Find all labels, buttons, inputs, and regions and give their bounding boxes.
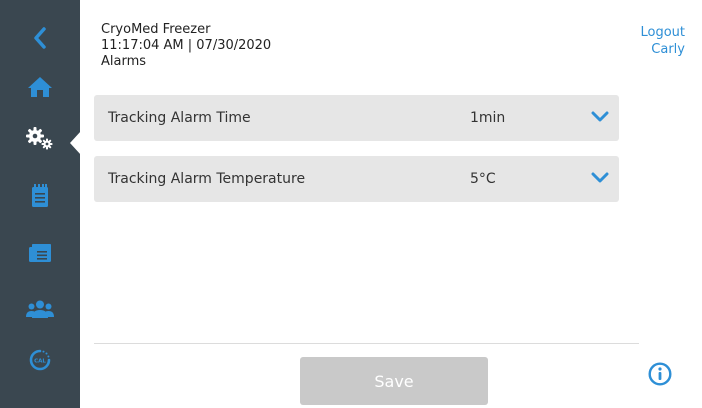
- logout-link[interactable]: Logout: [640, 24, 685, 41]
- chevron-down-icon[interactable]: [591, 111, 609, 123]
- setting-value: 1min: [470, 110, 506, 126]
- back-button[interactable]: [0, 13, 80, 63]
- active-indicator: [70, 131, 81, 155]
- sidebar-item-notebook[interactable]: [0, 171, 80, 221]
- setting-value: 5°C: [470, 171, 496, 187]
- setting-label: Tracking Alarm Temperature: [108, 171, 306, 187]
- setting-label: Tracking Alarm Time: [108, 110, 251, 126]
- sidebar-item-settings[interactable]: [0, 113, 80, 163]
- sidebar-item-calibration[interactable]: CAL: [0, 335, 80, 385]
- user-block: Logout Carly: [640, 24, 685, 58]
- save-button[interactable]: Save: [300, 357, 488, 405]
- footer-divider: [94, 343, 639, 344]
- device-name: CryoMed Freezer: [101, 22, 211, 37]
- setting-row-tracking-alarm-temperature[interactable]: Tracking Alarm Temperature 5°C: [94, 156, 619, 202]
- header: CryoMed Freezer 11:17:04 AM | 07/30/2020…: [101, 22, 271, 70]
- back-icon: [34, 27, 46, 49]
- sidebar-item-users[interactable]: [0, 284, 80, 334]
- info-button[interactable]: [648, 362, 672, 390]
- sidebar-item-home[interactable]: [0, 62, 80, 112]
- username-link[interactable]: Carly: [640, 41, 685, 58]
- users-icon: [26, 300, 54, 318]
- chevron-down-icon[interactable]: [591, 172, 609, 184]
- sidebar: CAL: [0, 0, 81, 408]
- page-title: Alarms: [101, 54, 147, 69]
- svg-text:CAL: CAL: [34, 359, 46, 365]
- sidebar-item-records[interactable]: [0, 229, 80, 279]
- notebook-icon: [32, 184, 48, 207]
- datetime: 11:17:04 AM | 07/30/2020: [101, 38, 272, 53]
- settings-gears-icon: [26, 127, 53, 150]
- setting-row-tracking-alarm-time[interactable]: Tracking Alarm Time 1min: [94, 95, 619, 141]
- records-icon: [29, 244, 51, 262]
- info-icon: [648, 362, 672, 386]
- calibration-icon: CAL: [29, 349, 51, 371]
- home-icon: [28, 77, 52, 97]
